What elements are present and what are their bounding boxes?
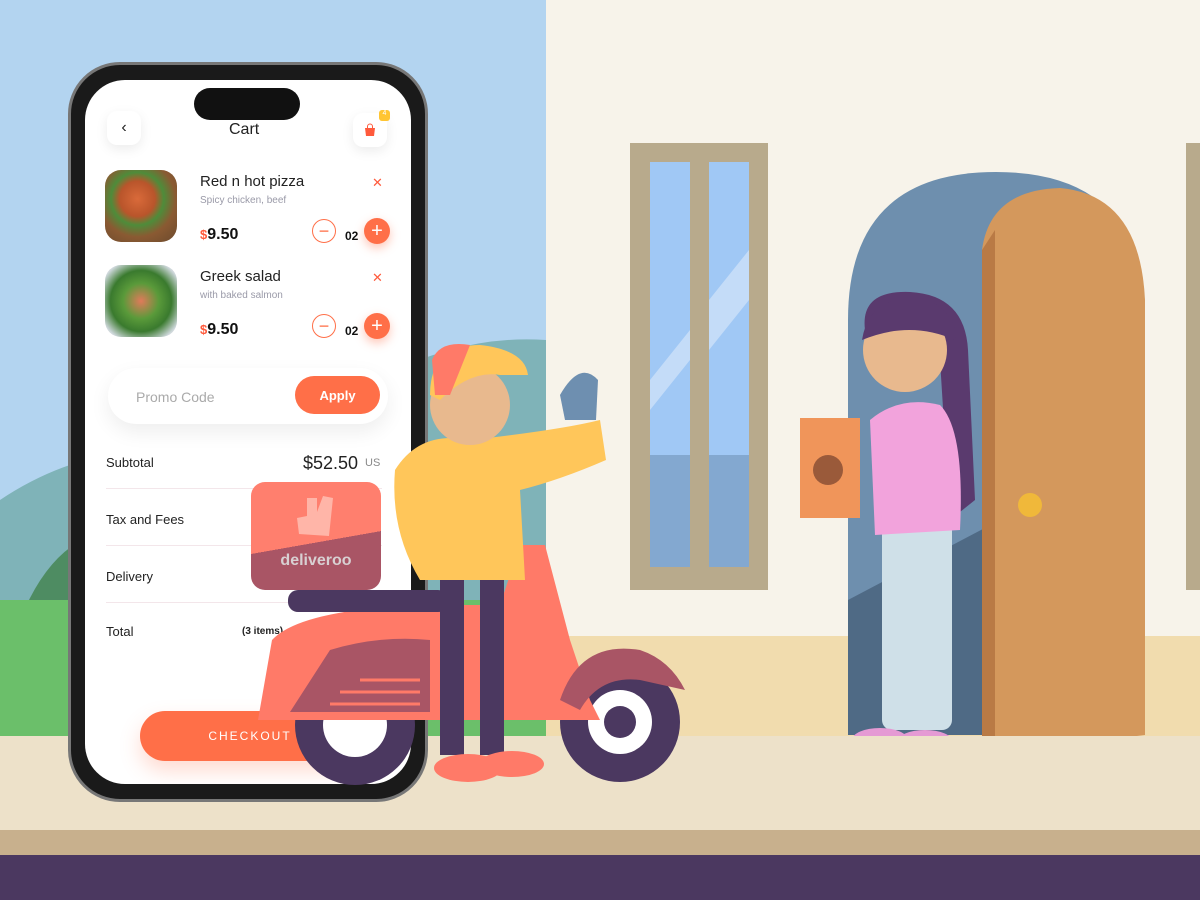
delivery-rider-illustration (258, 344, 685, 785)
deliveroo-logo-icon (297, 496, 333, 536)
scooter-seat (288, 590, 448, 612)
delivery-box: deliveroo (251, 482, 381, 590)
brand-logo-text: deliveroo (280, 552, 352, 569)
